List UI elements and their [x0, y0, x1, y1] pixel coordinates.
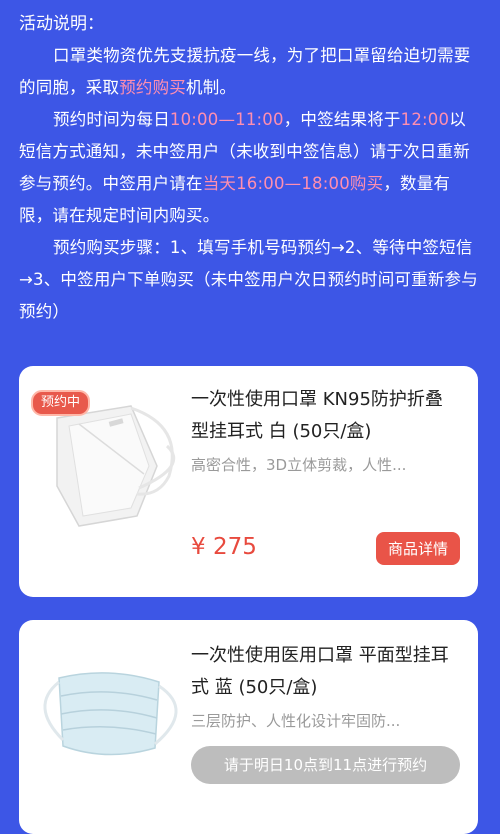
- notice-text: 预约时间为每日: [53, 110, 170, 129]
- product-info: 一次性使用口罩 KN95防护折叠型挂耳式 白 (50只/盒) 高密合性，3D立体…: [191, 366, 460, 565]
- product-description: 高密合性，3D立体剪裁，人性...: [191, 456, 407, 474]
- notice-highlight: 12:00: [400, 110, 450, 129]
- product-title: 一次性使用医用口罩 平面型挂耳式 蓝 (50只/盒): [191, 645, 449, 698]
- notice-paragraph-2: 预约时间为每日10:00—11:00，中签结果将于12:00以短信方式通知，未中…: [19, 104, 478, 232]
- product-image[interactable]: [19, 620, 191, 834]
- notice-paragraph-3: 预约购买步骤：1、填写手机号码预约→2、等待中签短信→3、中签用户下单购买（未中…: [19, 238, 478, 321]
- product-title: 一次性使用口罩 KN95防护折叠型挂耳式 白 (50只/盒): [191, 389, 443, 442]
- activity-notice: 活动说明： 口罩类物资优先支援抗疫一线，为了把口罩留给迫切需要的同胞，采取预约购…: [0, 0, 500, 328]
- reservation-time-button[interactable]: 请于明日10点到11点进行预约: [191, 746, 460, 784]
- reservation-status-badge: 预约中: [31, 390, 91, 416]
- medical-mask-icon: [43, 672, 178, 756]
- product-description: 三层防护、人性化设计牢固防...: [191, 712, 401, 730]
- product-image[interactable]: 预约中: [19, 366, 191, 597]
- notice-text: 口罩类物资优先支援抗疫一线，为了把口罩留给迫切需要的同胞，采取: [19, 46, 471, 97]
- product-card-kn95[interactable]: 预约中 一次性使用口罩 KN95防护折叠型挂耳式 白 (50只/盒) 高密合性，…: [19, 366, 478, 597]
- notice-highlight: 当天16:00—18:00购买: [202, 174, 384, 193]
- notice-text: ，中签结果将于: [283, 110, 401, 129]
- notice-paragraph-1: 口罩类物资优先支援抗疫一线，为了把口罩留给迫切需要的同胞，采取预约购买机制。: [19, 40, 478, 104]
- notice-highlight: 10:00—11:00: [169, 110, 284, 129]
- notice-title: 活动说明：: [19, 14, 104, 34]
- notice-text: 机制。: [186, 78, 237, 97]
- notice-highlight: 预约购买: [119, 78, 187, 97]
- product-details-button[interactable]: 商品详情: [375, 532, 460, 565]
- product-price: ¥ 275: [191, 534, 257, 560]
- product-card-medical-mask[interactable]: 一次性使用医用口罩 平面型挂耳式 蓝 (50只/盒) 三层防护、人性化设计牢固防…: [19, 620, 478, 834]
- product-info: 一次性使用医用口罩 平面型挂耳式 蓝 (50只/盒) 三层防护、人性化设计牢固防…: [191, 620, 460, 784]
